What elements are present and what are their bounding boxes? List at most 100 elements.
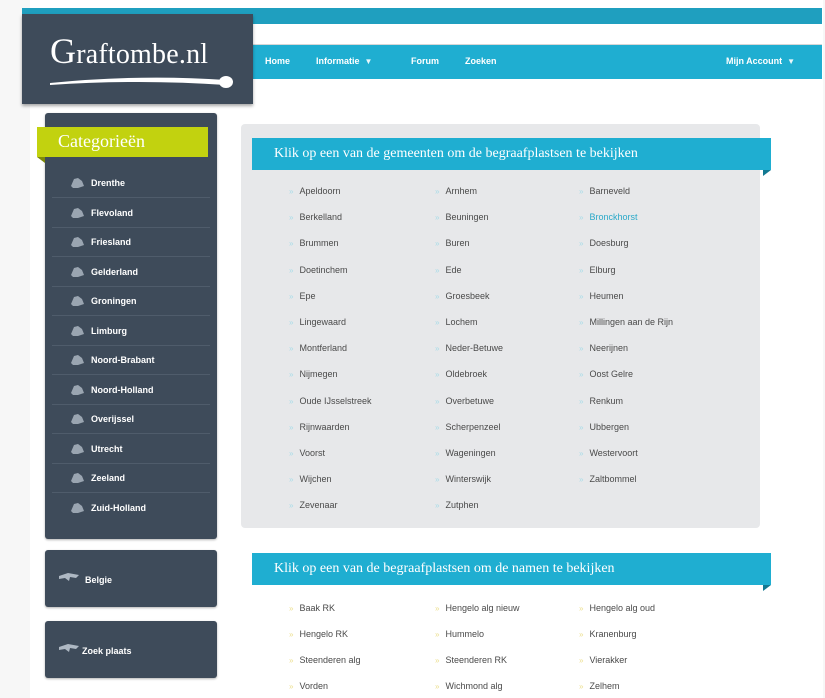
belgie-label: Belgie: [85, 575, 113, 585]
noord-brabant-icon: [71, 355, 84, 365]
gemeenten-link[interactable]: » Neerijnen: [579, 343, 628, 353]
arrow-right-icon: »: [435, 630, 440, 639]
gemeenten-link[interactable]: » Ubbergen: [579, 422, 629, 432]
gemeenten-link[interactable]: » Oost Gelre: [579, 369, 633, 379]
begraafplaatsen-link[interactable]: » Wichmond alg: [435, 681, 502, 691]
link-label: Rijnwaarden: [299, 421, 350, 432]
sidebar-item-flevoland[interactable]: Flevoland: [45, 200, 217, 226]
sidebar-item-zuid-holland[interactable]: Zuid-Holland: [45, 495, 217, 521]
gemeenten-link[interactable]: » Heumen: [579, 291, 623, 301]
gemeenten-link[interactable]: » Overbetuwe: [435, 396, 494, 406]
arrow-right-icon: »: [435, 682, 440, 691]
gemeenten-link[interactable]: » Buren: [435, 238, 469, 248]
gemeenten-link[interactable]: » Oldebroek: [435, 369, 487, 379]
gemeenten-link[interactable]: » Zaltbommel: [579, 474, 636, 484]
link-label: Wageningen: [445, 448, 496, 458]
gemeenten-link[interactable]: » Doesburg: [579, 238, 628, 248]
sidebar-item-drenthe[interactable]: Drenthe: [45, 170, 217, 196]
link-label: Westervoort: [589, 448, 638, 458]
begraafplaatsen-link[interactable]: » Steenderen alg: [289, 655, 361, 665]
link-label: Nijmegen: [299, 369, 338, 380]
gemeenten-link[interactable]: » Zevenaar: [289, 500, 337, 510]
gemeenten-link[interactable]: » Winterswijk: [435, 474, 491, 484]
sidebar-divider: [52, 256, 210, 257]
gemeenten-link[interactable]: » Neder-Betuwe: [435, 343, 503, 353]
begraafplaatsen-link[interactable]: » Zelhem: [579, 681, 619, 691]
link-label: Oldebroek: [445, 369, 487, 380]
sidebar-item-noord-brabant[interactable]: Noord-Brabant: [45, 347, 217, 373]
gemeenten-link[interactable]: » Bronckhorst: [579, 212, 637, 222]
begraafplaatsen-link[interactable]: » Hengelo alg oud: [579, 603, 655, 613]
arrow-right-icon: »: [435, 318, 440, 327]
begraafplaatsen-link[interactable]: » Vorden: [289, 681, 328, 691]
gemeenten-link[interactable]: » Elburg: [579, 265, 615, 275]
arrow-right-icon: »: [289, 396, 294, 406]
gemeenten-link[interactable]: » Epe: [289, 291, 315, 301]
gemeenten-link[interactable]: » Brummen: [289, 238, 338, 248]
gemeenten-link[interactable]: » Lingewaard: [289, 317, 346, 327]
gemeenten-link[interactable]: » Wijchen: [289, 474, 331, 484]
sidebar-item-groningen[interactable]: Groningen: [45, 288, 217, 314]
gemeenten-link[interactable]: » Westervoort: [579, 448, 638, 458]
gemeenten-link[interactable]: » Ede: [435, 265, 461, 275]
nav-informatie[interactable]: Informatie ▼: [316, 56, 372, 66]
ribbon-fold: [763, 170, 771, 176]
gemeenten-link[interactable]: » Renkum: [579, 396, 623, 406]
gemeenten-link[interactable]: » Voorst: [289, 448, 325, 458]
gemeenten-link[interactable]: » Doetinchem: [289, 265, 347, 275]
sidebar-item-zeeland[interactable]: Zeeland: [45, 465, 217, 491]
sidebar-item-utrecht[interactable]: Utrecht: [45, 436, 217, 462]
gemeenten-link[interactable]: » Berkelland: [289, 212, 342, 222]
arrow-right-icon: »: [289, 239, 294, 249]
begraafplaatsen-link[interactable]: » Kranenburg: [579, 629, 637, 639]
gemeenten-link[interactable]: » Beuningen: [435, 212, 489, 222]
arrow-right-icon: »: [579, 475, 584, 485]
zeeland-icon: [71, 473, 84, 483]
sidebar-item-label: Utrecht: [91, 443, 123, 454]
begraafplaatsen-link[interactable]: » Baak RK: [289, 603, 335, 613]
link-label: Groesbeek: [445, 290, 490, 301]
gemeenten-link[interactable]: » Montferland: [289, 343, 347, 353]
link-label: Hengelo alg nieuw: [445, 603, 520, 613]
begraafplaatsen-link[interactable]: » Hummelo: [435, 629, 484, 639]
friesland-icon: [71, 237, 84, 247]
link-label: Barneveld: [589, 186, 630, 196]
zoek-plaats-button[interactable]: Zoek plaats: [45, 621, 217, 678]
begraafplaatsen-link[interactable]: » Steenderen RK: [435, 655, 507, 665]
sidebar-divider: [52, 344, 210, 346]
gemeenten-link[interactable]: » Apeldoorn: [289, 186, 341, 196]
arrow-right-icon: »: [579, 213, 584, 223]
sidebar-item-friesland[interactable]: Friesland: [45, 229, 217, 255]
gemeenten-link[interactable]: » Arnhem: [435, 186, 477, 196]
gemeenten-link[interactable]: » Lochem: [435, 317, 477, 327]
gemeenten-link[interactable]: » Barneveld: [579, 186, 630, 196]
gemeenten-link[interactable]: » Wageningen: [435, 448, 496, 458]
link-label: Renkum: [589, 395, 623, 406]
sidebar-item-noord-holland[interactable]: Noord-Holland: [45, 377, 217, 403]
belgie-button[interactable]: Belgie: [45, 550, 217, 607]
gemeenten-link[interactable]: » Oude IJsselstreek: [289, 396, 371, 406]
gemeenten-link[interactable]: » Groesbeek: [435, 291, 489, 301]
nav-forum[interactable]: Forum: [411, 56, 439, 66]
link-label: Overbetuwe: [445, 395, 494, 406]
link-label: Oude IJsselstreek: [299, 395, 372, 406]
begraafplaatsen-link[interactable]: » Hengelo RK: [289, 629, 348, 639]
sidebar-item-label: Limburg: [91, 325, 127, 336]
sidebar-item-gelderland[interactable]: Gelderland: [45, 259, 217, 285]
gemeenten-link[interactable]: » Rijnwaarden: [289, 422, 349, 432]
nav-mijn-account[interactable]: Mijn Account ▼: [726, 56, 795, 66]
gemeenten-link[interactable]: » Nijmegen: [289, 369, 337, 379]
gemeenten-link[interactable]: » Scherpenzeel: [435, 422, 501, 432]
sidebar-item-overijssel[interactable]: Overijssel: [45, 406, 217, 432]
link-label: Scherpenzeel: [445, 421, 501, 432]
site-logo[interactable]: Graftombe.nl: [22, 14, 253, 104]
begraafplaatsen-link[interactable]: » Hengelo alg nieuw: [435, 603, 520, 613]
gemeenten-link[interactable]: » Millingen aan de Rijn: [579, 317, 673, 327]
sidebar-item-limburg[interactable]: Limburg: [45, 318, 217, 344]
begraafplaatsen-link[interactable]: » Vierakker: [579, 655, 627, 665]
nav-home[interactable]: Home: [265, 56, 290, 66]
arrow-right-icon: »: [579, 630, 584, 639]
nav-zoeken[interactable]: Zoeken: [465, 56, 497, 66]
noord-holland-icon: [71, 384, 84, 395]
gemeenten-link[interactable]: » Zutphen: [435, 500, 478, 510]
